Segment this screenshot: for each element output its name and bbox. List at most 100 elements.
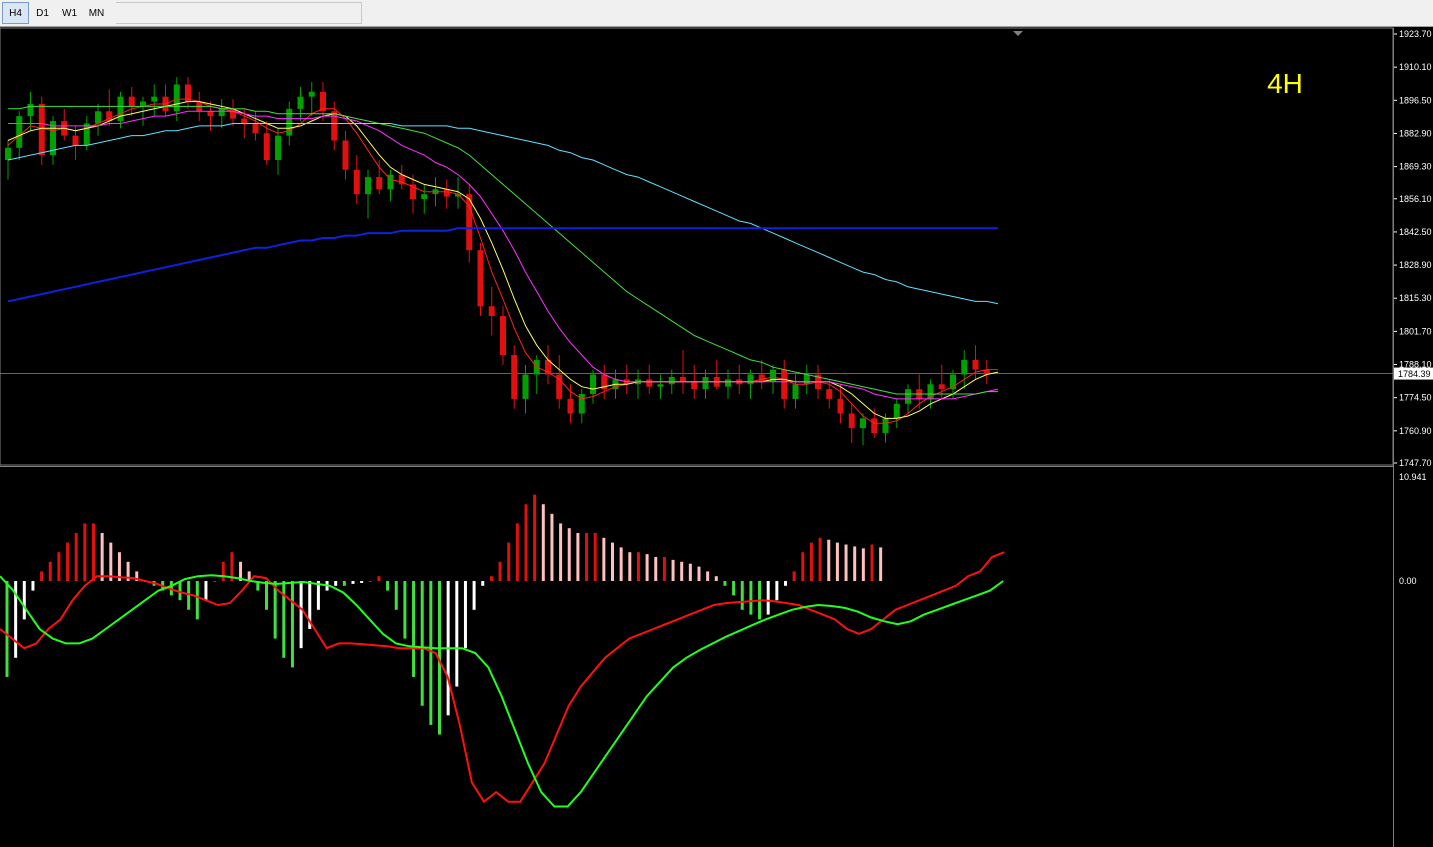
macd-histogram-bar — [195, 581, 199, 620]
macd-histogram-bar — [792, 571, 796, 581]
macd-histogram-bar — [611, 542, 614, 581]
macd-histogram-bar — [507, 542, 511, 581]
macd-histogram-bar — [645, 554, 649, 581]
price-tick-label: 1815.30 — [1399, 293, 1432, 303]
candle-body — [882, 418, 889, 434]
macd-histogram-bar — [671, 559, 675, 581]
macd-histogram-bar — [299, 581, 303, 649]
macd-histogram-bar — [213, 581, 217, 582]
macd-histogram-bar — [265, 581, 268, 610]
candle-body — [905, 389, 911, 404]
candle-body — [758, 374, 765, 382]
macd-histogram-bar — [221, 561, 225, 581]
moving-average-line — [7, 101, 999, 419]
macd-histogram-bar — [489, 576, 493, 581]
macd-histogram-bar — [498, 561, 502, 581]
macd-histogram-bar — [386, 581, 390, 591]
candle-body — [500, 316, 506, 356]
macd-histogram-bar — [109, 542, 113, 581]
macd-histogram-bar — [766, 581, 770, 615]
macd-histogram-bar — [697, 566, 701, 581]
macd-histogram-bar — [22, 581, 26, 620]
macd-histogram-bar — [178, 581, 182, 601]
macd-histogram-bar — [688, 563, 692, 581]
candle-body — [781, 369, 788, 399]
price-tick-label: 1869.30 — [1399, 162, 1432, 172]
candle-body — [128, 96, 135, 107]
candle-body — [747, 374, 754, 385]
price-axis: 1923.70 1910.10 1896.50 1882.90 1869.30 1856.… — [1393, 29, 1433, 586]
macd-histogram-bar — [723, 581, 727, 586]
macd-histogram-bar — [412, 581, 416, 677]
macd-histogram-bar — [749, 581, 753, 615]
candle-body — [5, 147, 11, 161]
macd-histogram-bar — [316, 581, 320, 610]
candle-body — [83, 123, 90, 146]
price-tick-label: 1774.50 — [1399, 393, 1432, 403]
macd-histogram-bar — [533, 494, 537, 581]
candle-body — [72, 135, 79, 146]
current-price-label: 1784.39 — [1398, 369, 1431, 379]
macd-histogram-bar — [628, 552, 632, 581]
macd-histogram-bar — [636, 552, 640, 581]
macd-histogram-bar — [334, 581, 338, 586]
candle-body — [972, 359, 979, 370]
macd-histogram-bar — [31, 581, 35, 591]
macd-histogram-bar — [472, 581, 476, 610]
price-tick-label: 1896.50 — [1399, 95, 1432, 105]
macd-histogram-bar — [48, 561, 52, 581]
macd-histogram-bar — [775, 581, 779, 601]
macd-histogram-bar — [541, 504, 545, 581]
macd-histogram-bar — [377, 576, 381, 581]
macd-histogram-bar — [342, 581, 346, 586]
macd-tick-label: 10.941 — [1399, 472, 1427, 482]
macd-histogram-bar — [481, 581, 485, 586]
macd-histogram-bar — [706, 571, 710, 581]
moving-average-line — [7, 123, 999, 305]
macd-histogram-bar — [835, 542, 839, 581]
moving-average-line — [7, 98, 998, 424]
candle-body — [860, 418, 866, 429]
candle-body — [725, 379, 731, 387]
candle-body — [16, 116, 23, 148]
macd-histogram-bar — [619, 547, 623, 581]
candle-body — [477, 250, 484, 307]
macd-histogram-bar — [368, 581, 372, 582]
candle-body — [353, 169, 360, 195]
macd-histogram-bar — [827, 539, 831, 581]
macd-histogram-bar — [559, 523, 563, 581]
macd-histogram-bar — [654, 557, 658, 581]
candle-body — [95, 111, 101, 124]
macd-histogram-bar — [740, 581, 744, 610]
shift-marker — [1013, 31, 1023, 36]
candle-body — [893, 403, 900, 419]
macd-histogram-bar — [662, 557, 666, 581]
macd-histogram-bar — [524, 504, 528, 581]
macd-histogram-bar — [593, 533, 597, 581]
macd-histogram-bar — [429, 581, 433, 725]
candle-body — [826, 389, 833, 399]
price-tick-label: 1910.10 — [1399, 62, 1432, 72]
macd-histogram-bar — [879, 547, 883, 581]
macd-histogram-bar — [455, 581, 459, 687]
candle-body — [837, 398, 844, 414]
candle-body — [848, 413, 855, 429]
trading-chart[interactable]: 1923.70 1910.10 1896.50 1882.90 1869.30 1856.… — [0, 0, 1433, 847]
macd-histogram-bar — [360, 581, 364, 583]
price-tick-label: 1747.70 — [1399, 458, 1432, 468]
macd-histogram-bar — [801, 552, 805, 581]
candle-body — [938, 384, 945, 390]
candle-body — [443, 189, 450, 197]
price-panel — [0, 77, 1393, 446]
candle-body — [680, 376, 686, 382]
candle-body — [241, 118, 248, 124]
macd-histogram-bar — [351, 581, 355, 584]
price-tick-label: 1760.90 — [1399, 426, 1432, 436]
macd-histogram-bar — [92, 523, 95, 581]
price-tick-label: 1842.50 — [1399, 227, 1432, 237]
candle-body — [668, 376, 675, 385]
candle-body — [207, 111, 214, 117]
macd-histogram-bar — [420, 581, 424, 706]
macd-line — [0, 551, 1005, 804]
candle-body — [871, 418, 878, 434]
